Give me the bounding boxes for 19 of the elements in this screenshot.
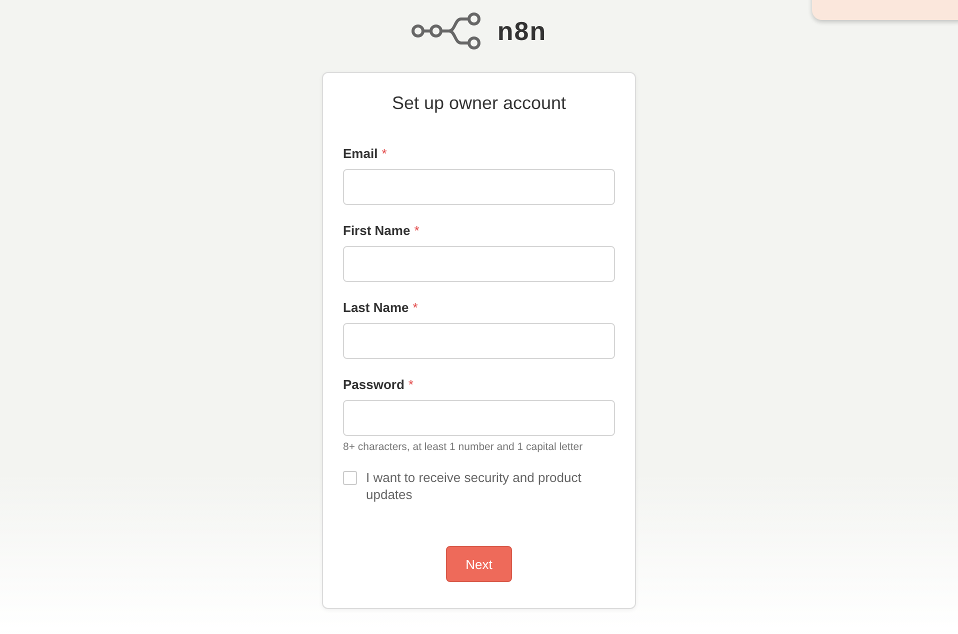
required-mark: * [408, 377, 414, 392]
input-field[interactable] [343, 323, 615, 359]
input-field[interactable] [343, 246, 615, 282]
field-label: Email [343, 146, 378, 161]
input-field[interactable] [343, 400, 615, 436]
checkbox[interactable] [343, 471, 357, 485]
checkbox-label: I want to receive security and product updates [366, 469, 582, 503]
required-mark: * [412, 300, 418, 315]
required-mark: * [382, 146, 387, 161]
logo-icon [411, 12, 484, 50]
required-mark: * [414, 223, 420, 238]
form-title: Set up owner account [390, 93, 568, 114]
field-label: Last Name [343, 300, 409, 315]
field-label: Password [343, 377, 404, 392]
hint-text: 8+ characters, at least 1 number and 1 capital letter [343, 441, 584, 453]
logo-text: n8n [497, 16, 547, 46]
input-field[interactable] [343, 169, 615, 205]
next-button[interactable]: Next [446, 546, 512, 582]
field-label: First Name [343, 223, 410, 238]
